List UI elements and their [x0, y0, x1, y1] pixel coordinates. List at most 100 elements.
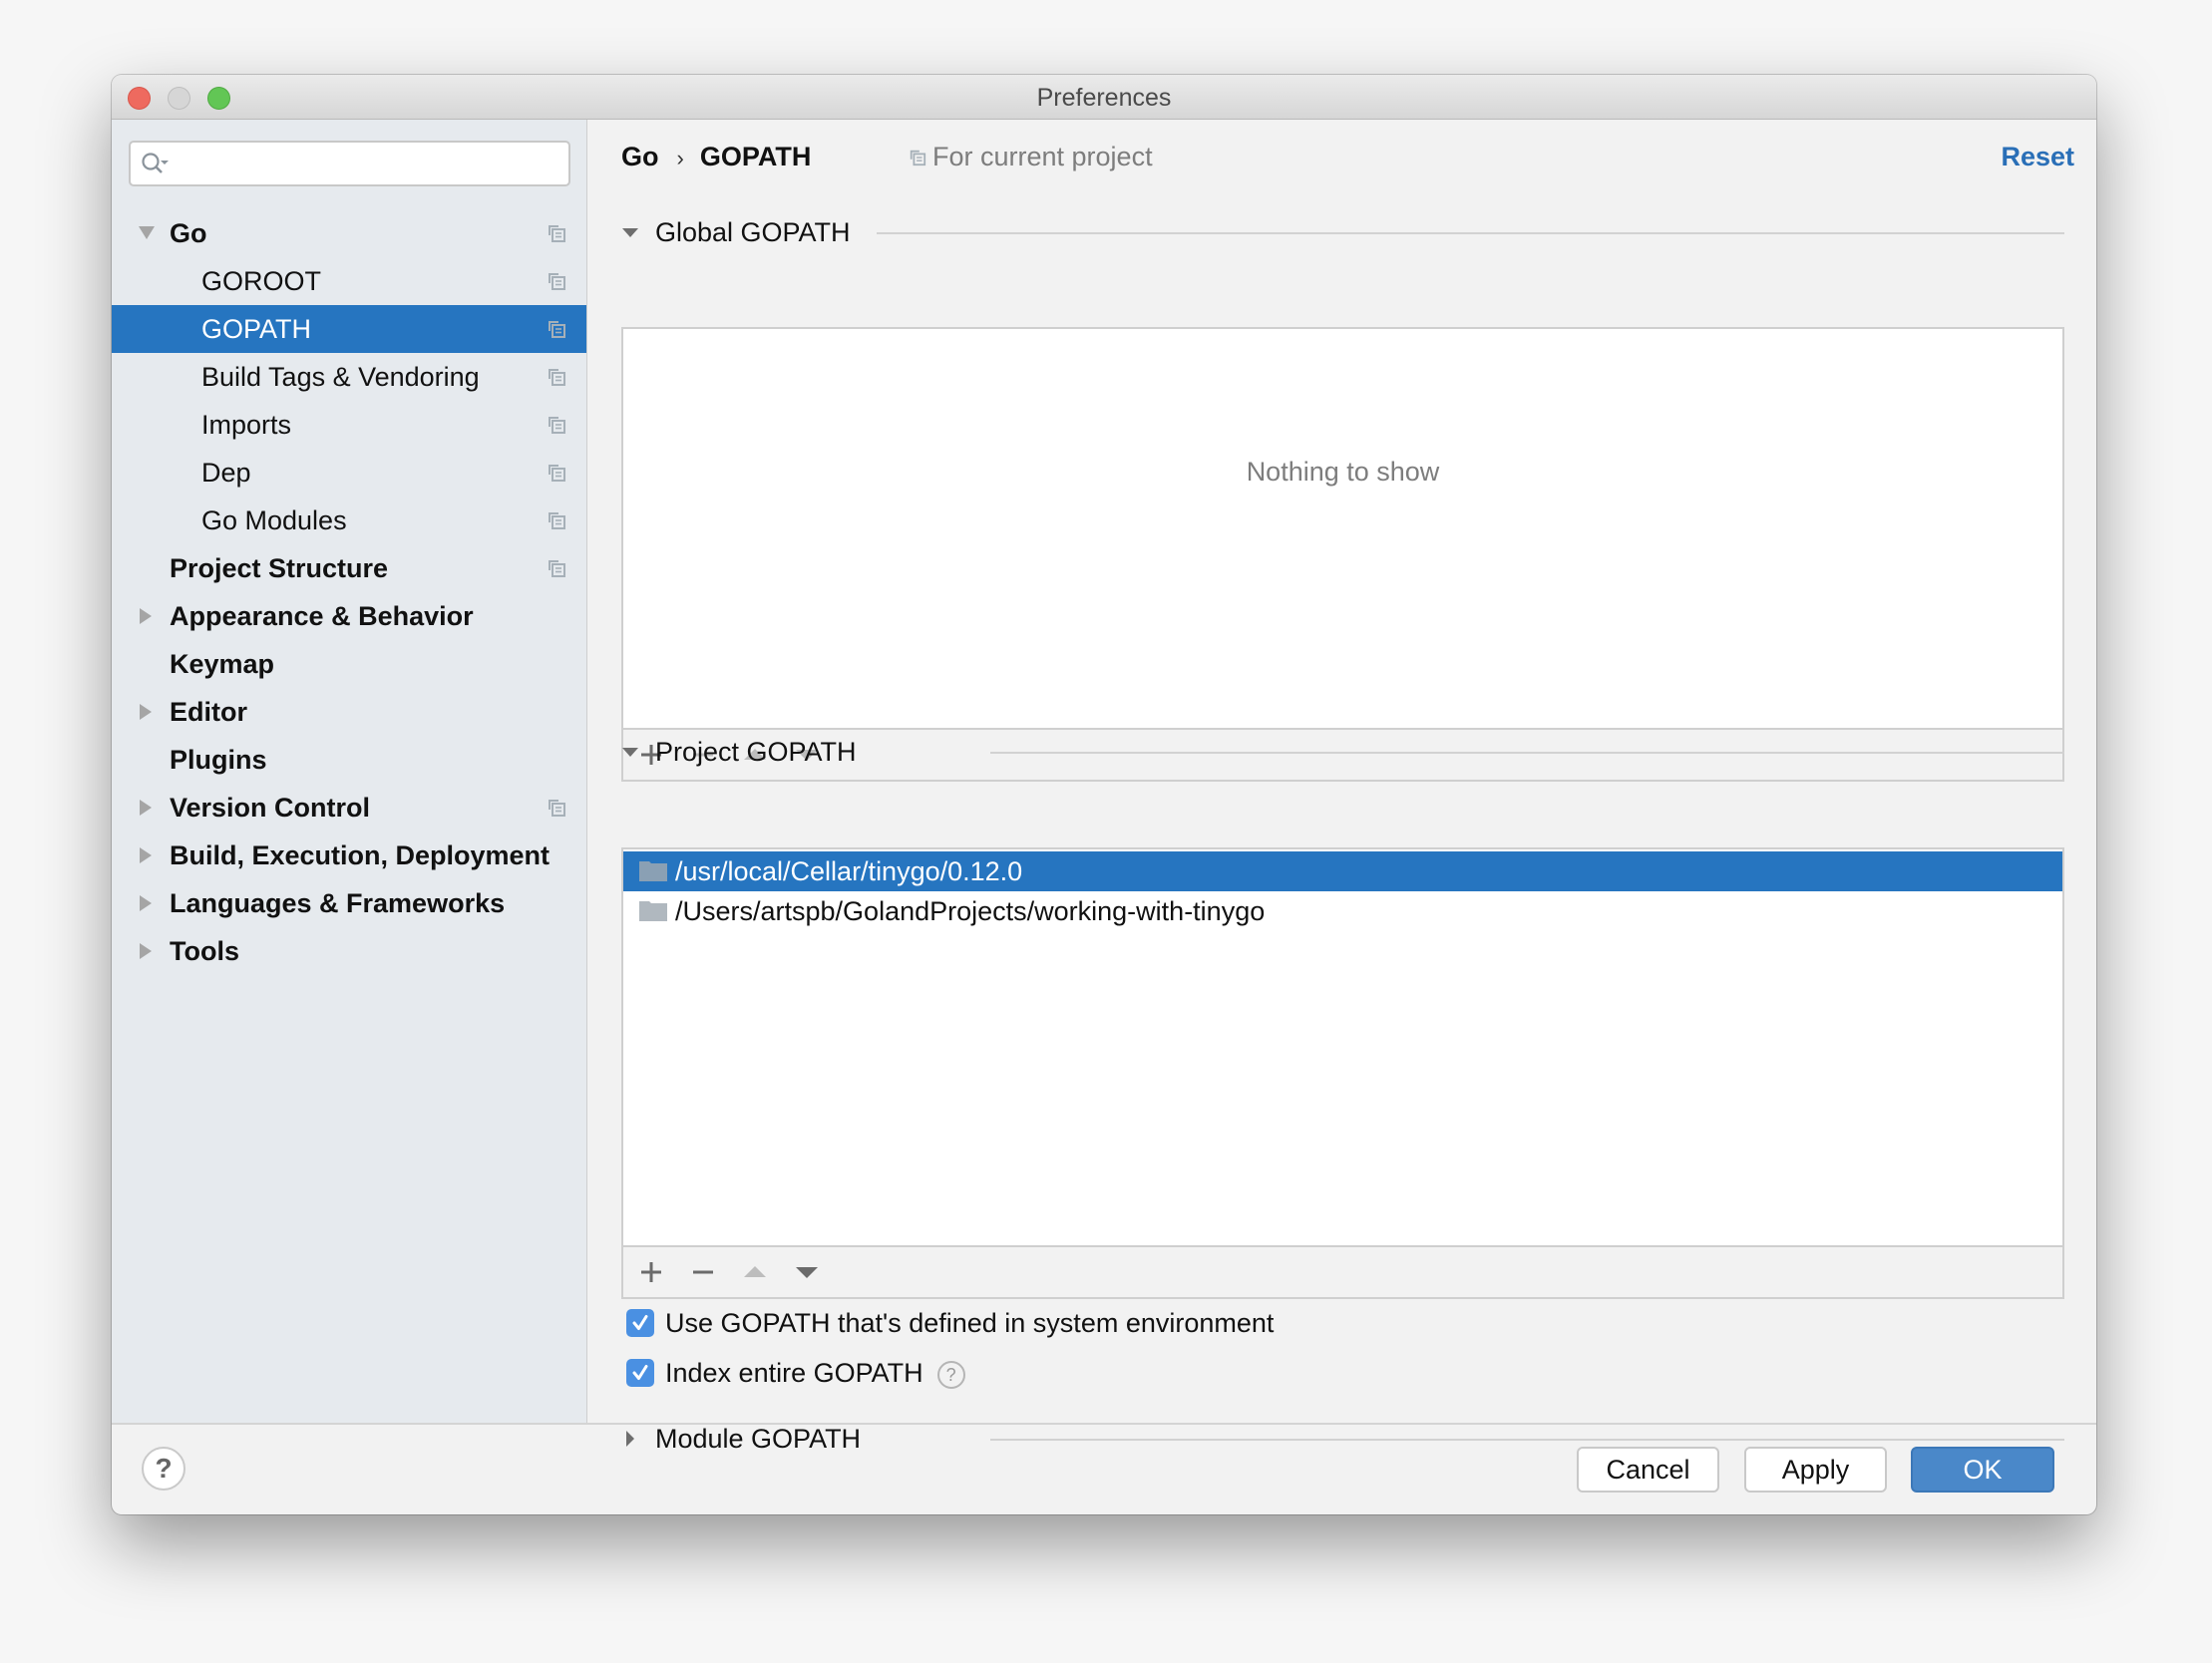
sidebar-item-appearance-behavior[interactable]: Appearance & Behavior — [112, 592, 586, 640]
cancel-button[interactable]: Cancel — [1577, 1447, 1719, 1493]
sidebar-item-label: Go Modules — [201, 505, 347, 535]
add-icon[interactable] — [637, 1258, 665, 1286]
move-up-icon[interactable] — [741, 1258, 769, 1286]
chevron-down-icon — [622, 748, 638, 757]
gopath-entry[interactable]: /usr/local/Cellar/tinygo/0.12.0 — [623, 851, 2062, 891]
help-button[interactable]: ? — [142, 1447, 185, 1491]
project-scope-icon — [549, 465, 565, 482]
sidebar-item-label: Appearance & Behavior — [170, 601, 474, 631]
gopath-entry-path: /usr/local/Cellar/tinygo/0.12.0 — [675, 856, 1023, 886]
settings-content: Go › GOPATH For current project Reset Glob… — [587, 120, 2096, 1454]
sidebar-item-label: Build, Execution, Deployment — [170, 840, 551, 870]
global-gopath-title: Global GOPATH — [655, 217, 851, 247]
global-gopath-list[interactable]: Nothing to show — [621, 327, 2064, 782]
project-scope-icon — [549, 321, 565, 338]
project-scope-icon — [549, 800, 565, 817]
move-down-icon[interactable] — [793, 1258, 821, 1286]
project-scope-icon — [549, 225, 565, 242]
preferences-window: Preferences Go GOROOT GOPATH Build Tags & V… — [112, 75, 2096, 1514]
ok-button[interactable]: OK — [1911, 1447, 2054, 1493]
gopath-entry[interactable]: /Users/artspb/GolandProjects/working-wit… — [623, 891, 2062, 931]
help-icon[interactable]: ? — [936, 1361, 965, 1389]
window-title: Preferences — [1036, 84, 1172, 112]
sidebar-item-label: Languages & Frameworks — [170, 888, 506, 918]
breadcrumb: Go › GOPATH — [621, 142, 811, 172]
sidebar-item-go[interactable]: Go — [112, 209, 586, 257]
sidebar-item-tools[interactable]: Tools — [112, 927, 586, 975]
checkmark-icon — [632, 1365, 648, 1380]
project-gopath-title: Project GOPATH — [655, 737, 857, 767]
project-gopath-list[interactable]: /usr/local/Cellar/tinygo/0.12.0 /Users/a… — [621, 847, 2064, 1299]
chevron-right-icon[interactable] — [139, 592, 155, 640]
module-gopath-header[interactable]: Module GOPATH — [621, 1422, 861, 1456]
chevron-down-icon — [622, 228, 638, 237]
section-divider — [877, 232, 2064, 234]
breadcrumb-separator: › — [676, 146, 684, 170]
scope-indicator: For current project — [909, 142, 1153, 172]
chevron-right-icon[interactable] — [139, 688, 155, 736]
project-scope-icon — [549, 417, 565, 434]
breadcrumb-item-gopath: GOPATH — [699, 142, 812, 171]
chevron-right-icon[interactable] — [139, 832, 155, 879]
settings-sidebar: Go GOROOT GOPATH Build Tags & Vendoring Impo… — [112, 120, 587, 1423]
remove-icon[interactable] — [689, 1258, 717, 1286]
project-scope-icon — [549, 273, 565, 290]
chevron-right-icon[interactable] — [139, 879, 155, 927]
sidebar-item-version-control[interactable]: Version Control — [112, 784, 586, 832]
sidebar-item-label: GOROOT — [201, 266, 321, 296]
project-scope-icon — [549, 512, 565, 529]
folder-icon — [639, 861, 667, 881]
use-system-gopath-checkbox[interactable] — [626, 1309, 654, 1337]
sidebar-item-gopath[interactable]: GOPATH — [112, 305, 586, 353]
sidebar-item-build-execution-deployment[interactable]: Build, Execution, Deployment — [112, 832, 586, 879]
scope-label: For current project — [932, 142, 1153, 171]
sidebar-item-go-modules[interactable]: Go Modules — [112, 497, 586, 544]
checkmark-icon — [632, 1315, 648, 1330]
module-gopath-title: Module GOPATH — [655, 1424, 862, 1454]
project-gopath-header[interactable]: Project GOPATH — [621, 735, 857, 769]
project-scope-icon — [910, 150, 926, 166]
search-icon — [142, 153, 169, 173]
settings-tree: Go GOROOT GOPATH Build Tags & Vendoring Impo… — [112, 209, 586, 975]
settings-search-input[interactable] — [129, 141, 570, 186]
sidebar-item-label: Version Control — [170, 793, 371, 823]
apply-button[interactable]: Apply — [1744, 1447, 1887, 1493]
project-scope-icon — [549, 560, 565, 577]
chevron-right-icon[interactable] — [139, 927, 155, 975]
gopath-entry-path: /Users/artspb/GolandProjects/working-wit… — [675, 896, 1266, 926]
sidebar-item-plugins[interactable]: Plugins — [112, 736, 586, 784]
reset-link[interactable]: Reset — [2001, 142, 2074, 172]
index-entire-gopath-label[interactable]: Index entire GOPATH — [665, 1358, 923, 1388]
sidebar-item-build-tags-vendoring[interactable]: Build Tags & Vendoring — [112, 353, 586, 401]
sidebar-item-label: Keymap — [170, 649, 275, 679]
section-divider — [990, 752, 2064, 754]
use-system-gopath-label[interactable]: Use GOPATH that's defined in system envi… — [665, 1309, 1274, 1337]
breadcrumb-item-go: Go — [621, 142, 659, 171]
index-entire-gopath-checkbox[interactable] — [626, 1359, 654, 1387]
sidebar-item-languages-frameworks[interactable]: Languages & Frameworks — [112, 879, 586, 927]
chevron-down-icon[interactable] — [139, 209, 155, 257]
sidebar-item-label: Tools — [170, 936, 239, 966]
sidebar-item-label: GOPATH — [201, 314, 312, 344]
title-bar[interactable]: Preferences — [112, 75, 2096, 120]
sidebar-item-label: Project Structure — [170, 553, 389, 583]
sidebar-item-goroot[interactable]: GOROOT — [112, 257, 586, 305]
sidebar-item-label: Plugins — [170, 745, 267, 775]
sidebar-item-label: Dep — [201, 458, 251, 488]
sidebar-item-imports[interactable]: Imports — [112, 401, 586, 449]
empty-state-text: Nothing to show — [1246, 457, 1440, 487]
sidebar-item-dep[interactable]: Dep — [112, 449, 586, 497]
sidebar-item-project-structure[interactable]: Project Structure — [112, 544, 586, 592]
project-gopath-toolbar — [623, 1245, 2062, 1297]
sidebar-item-label: Imports — [201, 410, 292, 440]
sidebar-item-label: Go — [170, 218, 207, 248]
index-entire-gopath-row: Index entire GOPATH? — [665, 1359, 965, 1389]
chevron-right-icon — [626, 1431, 634, 1447]
chevron-right-icon[interactable] — [139, 784, 155, 832]
sidebar-item-editor[interactable]: Editor — [112, 688, 586, 736]
project-scope-icon — [549, 369, 565, 386]
sidebar-item-keymap[interactable]: Keymap — [112, 640, 586, 688]
footer-divider — [112, 1423, 2096, 1425]
global-gopath-header[interactable]: Global GOPATH — [621, 215, 851, 249]
folder-icon — [639, 901, 667, 921]
